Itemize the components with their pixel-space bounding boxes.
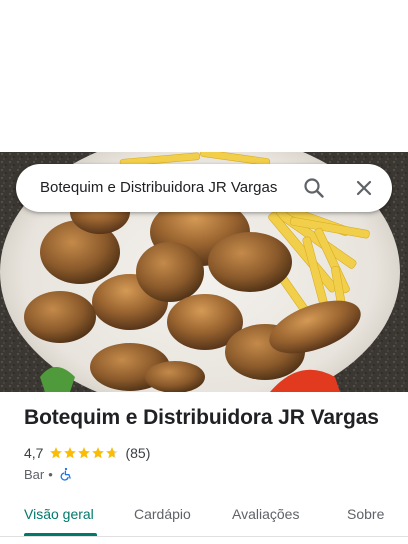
rating-value: 4,7 [24,445,44,461]
search-icon[interactable] [302,176,326,200]
tab-cardapio[interactable]: Cardápio [134,496,191,532]
place-tabs: Visão geral Cardápio Avaliações Sobre [0,496,408,537]
wheelchair-accessible-icon [59,467,73,481]
rating-row[interactable]: 4,7 (85) [24,444,150,462]
tab-avaliacoes[interactable]: Avaliações [232,496,299,532]
star-icon [92,447,105,459]
place-name: Botequim e Distribuidora JR Vargas [24,406,379,429]
category-label: Bar [24,466,45,482]
tabs-divider [0,536,408,537]
search-query-text[interactable]: Botequim e Distribuidora JR Vargas [40,164,277,212]
tab-sobre[interactable]: Sobre [347,496,384,532]
star-icon [64,447,77,459]
star-icon [78,447,91,459]
review-count[interactable]: (85) [125,445,150,461]
star-icon [106,447,119,459]
close-icon[interactable] [352,176,376,200]
top-blank-area [0,0,408,152]
star-rating [49,446,119,460]
separator-dot: • [48,466,53,482]
meta-row: Bar • [24,465,73,483]
star-icon [50,447,63,459]
tab-visao-geral[interactable]: Visão geral [24,496,94,532]
search-bar[interactable]: Botequim e Distribuidora JR Vargas [16,164,392,212]
